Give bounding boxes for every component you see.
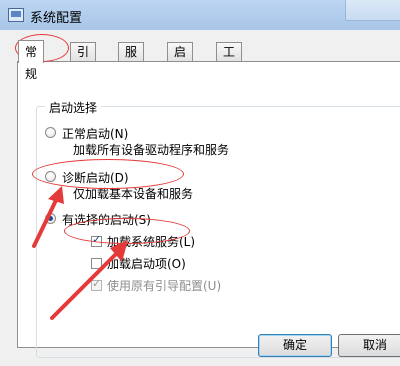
annotation-arrow-load-startup-items — [50, 240, 128, 320]
annotation-arrow-selective-startup — [32, 186, 64, 248]
tab-general[interactable]: 常规 — [18, 40, 45, 81]
annotation-arrows — [32, 186, 128, 320]
